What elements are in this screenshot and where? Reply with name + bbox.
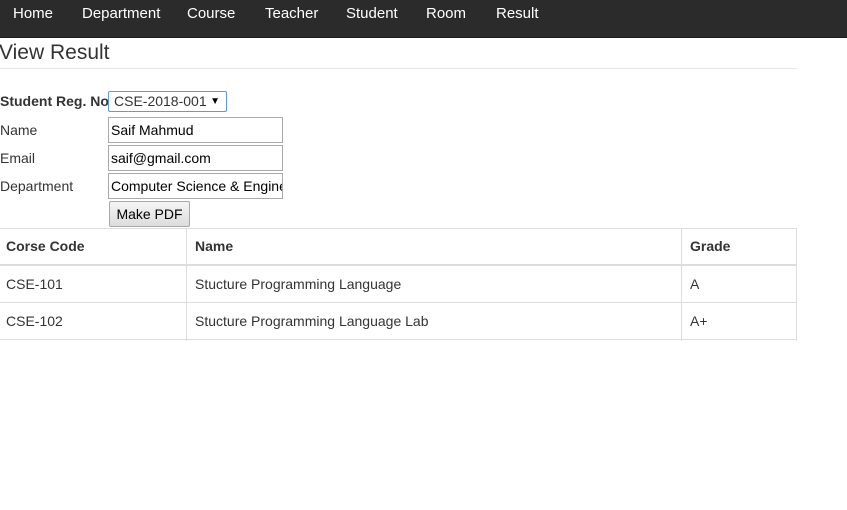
table-header-row: Corse Code Name Grade xyxy=(0,228,797,266)
department-field[interactable]: Computer Science & Engineering xyxy=(108,173,283,199)
department-label: Department xyxy=(0,178,74,194)
reg-no-selected-value: CSE-2018-001 xyxy=(114,93,207,109)
cell-grade: A xyxy=(690,276,700,292)
nav-student-link[interactable]: Student xyxy=(346,0,398,30)
table-column-divider xyxy=(186,228,187,341)
header-course-code: Corse Code xyxy=(6,238,85,254)
nav-room-link[interactable]: Room xyxy=(426,0,466,30)
table-row: CSE-101 Stucture Programming Language A xyxy=(0,266,797,303)
reg-no-select[interactable]: CSE-2018-001 ▼ xyxy=(108,91,227,112)
page-title: View Result xyxy=(0,41,110,64)
make-pdf-button[interactable]: Make PDF xyxy=(109,201,190,227)
email-label: Email xyxy=(0,150,36,166)
nav-course-link[interactable]: Course xyxy=(187,0,235,30)
nav-teacher-link[interactable]: Teacher xyxy=(265,0,318,30)
table-row: CSE-102 Stucture Programming Language La… xyxy=(0,303,797,340)
table-right-border xyxy=(796,228,797,341)
name-label: Name xyxy=(0,122,38,138)
cell-grade: A+ xyxy=(690,313,708,329)
cell-course-name: Stucture Programming Language xyxy=(195,276,402,292)
name-field[interactable]: Saif Mahmud xyxy=(108,117,283,143)
cell-course-code: CSE-101 xyxy=(6,276,63,292)
header-name: Name xyxy=(195,238,234,254)
nav-home-link[interactable]: Home xyxy=(13,0,53,30)
nav-result-link[interactable]: Result xyxy=(496,0,539,30)
nav-department-link[interactable]: Department xyxy=(82,0,160,30)
cell-course-code: CSE-102 xyxy=(6,313,63,329)
email-field[interactable]: saif@gmail.com xyxy=(108,145,283,171)
cell-course-name: Stucture Programming Language Lab xyxy=(195,313,429,329)
reg-no-label: Student Reg. No xyxy=(0,93,109,109)
top-navbar: Home Department Course Teacher Student R… xyxy=(0,0,847,38)
header-grade: Grade xyxy=(690,238,731,254)
dropdown-caret-icon: ▼ xyxy=(210,96,220,107)
title-divider xyxy=(0,68,797,69)
table-column-divider xyxy=(681,228,682,341)
